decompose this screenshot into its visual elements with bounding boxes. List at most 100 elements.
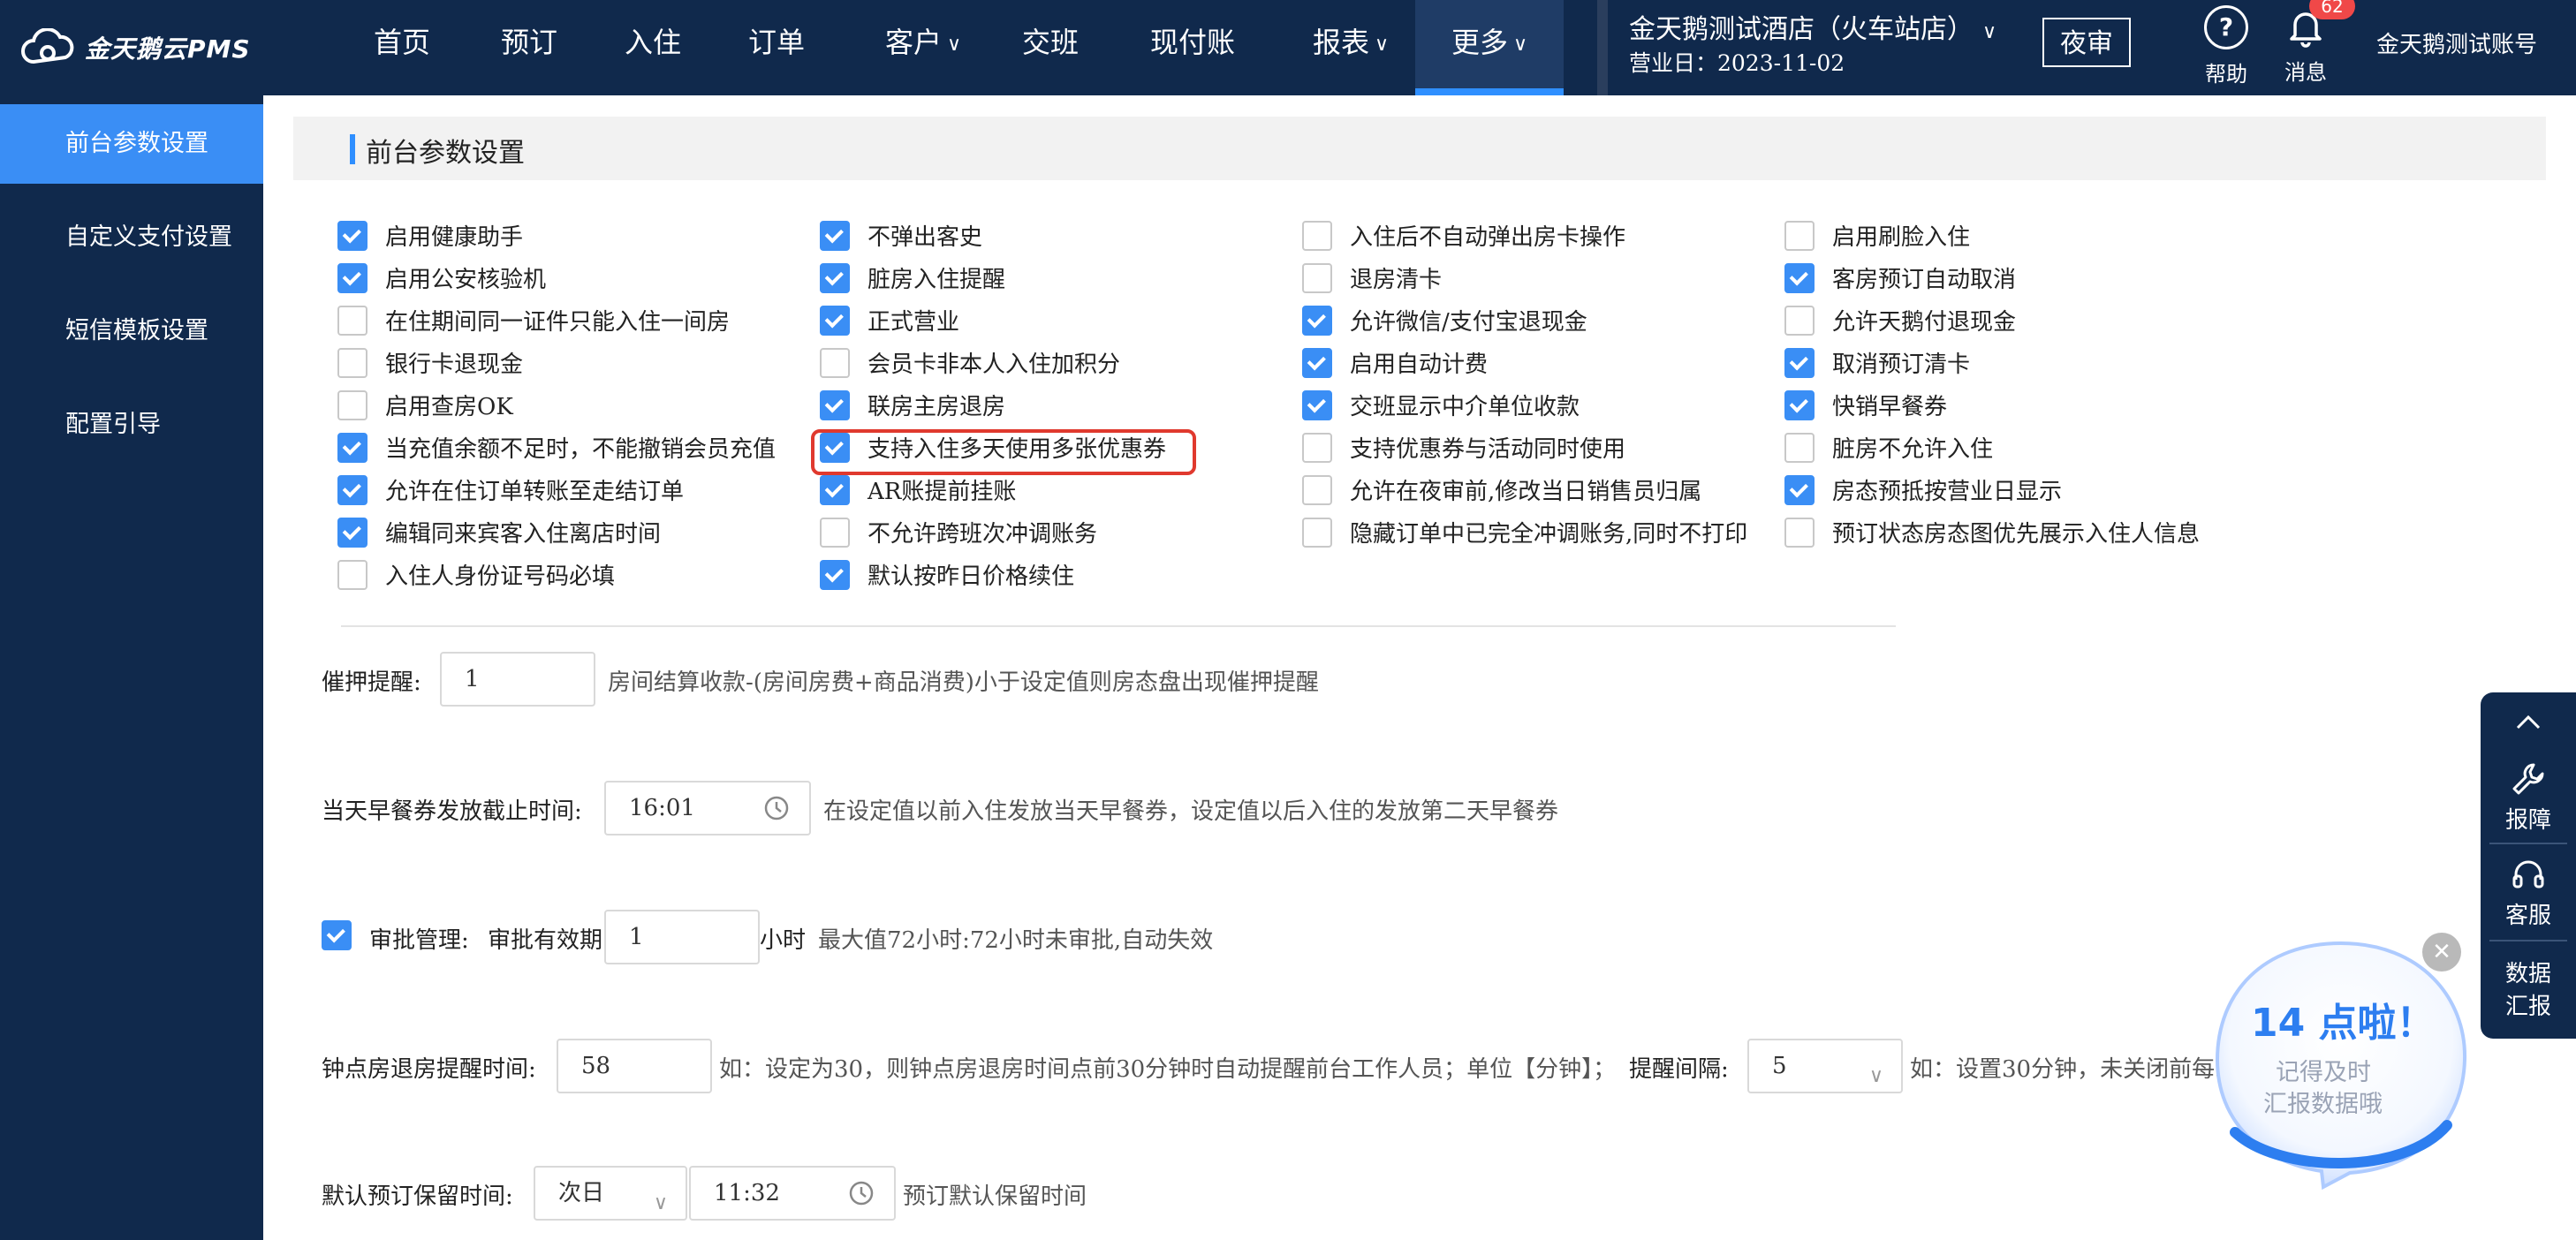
checkbox-icon: [820, 432, 850, 463]
headset-icon: [2512, 860, 2544, 888]
option-label: 不允许跨班次冲调账务: [868, 521, 1098, 548]
option-col3-3[interactable]: 启用自动计费: [1302, 346, 1488, 379]
nav-reports[interactable]: 报表 ∨: [1293, 0, 1408, 95]
checkbox-icon: [820, 517, 850, 548]
option-col1-5[interactable]: 当充值余额不足时，不能撤销会员充值: [337, 431, 776, 464]
reminder-interval-select[interactable]: 5 ∨: [1747, 1039, 1903, 1093]
option-col2-7[interactable]: 不允许跨班次冲调账务: [820, 516, 1097, 548]
brand-logo[interactable]: 金天鹅云PMS: [21, 21, 251, 74]
option-col1-4[interactable]: 启用查房OK: [337, 389, 513, 421]
sidebar-item-sms-templates[interactable]: 短信模板设置: [0, 291, 263, 371]
data-report-button[interactable]: 数据 汇报: [2481, 956, 2576, 1021]
checkbox-icon: [820, 474, 850, 505]
option-col3-4[interactable]: 交班显示中介单位收款: [1302, 389, 1580, 421]
deposit-reminder-label: 催押提醒:: [322, 669, 421, 696]
help-button[interactable]: ? 帮助: [2191, 5, 2262, 87]
chevron-down-icon: ∨: [1982, 21, 1997, 43]
approval-desc: 最大值72小时:72小时未审批,自动失效: [818, 927, 1214, 954]
hourly-checkout-reminder-input[interactable]: 58: [557, 1039, 712, 1093]
account-menu[interactable]: 金天鹅测试账号: [2376, 26, 2537, 59]
sidebar-item-setup-guide[interactable]: 配置引导: [0, 385, 263, 465]
toolbar-divider: [2489, 843, 2567, 844]
deposit-reminder-desc: 房间结算收款-(房间房费+商品消费)小于设定值则房态盘出现催押提醒: [608, 669, 1319, 696]
chevron-down-icon: ∨: [1374, 34, 1390, 56]
option-col4-3[interactable]: 取消预订清卡: [1784, 346, 1970, 379]
customer-service-button[interactable]: 客服: [2481, 855, 2576, 930]
checkbox-icon: [820, 220, 850, 251]
report-issue-label: 报障: [2504, 807, 2551, 834]
help-label: 帮助: [2205, 62, 2247, 87]
reservation-hold-time-picker[interactable]: 11:32: [689, 1166, 896, 1221]
option-col1-6[interactable]: 允许在住订单转账至走结订单: [337, 473, 684, 506]
option-col2-2[interactable]: 正式营业: [820, 304, 959, 336]
messages-button[interactable]: 62 消息: [2270, 0, 2355, 86]
chevron-down-icon: ∨: [653, 1192, 668, 1214]
option-label: 退房清卡: [1350, 267, 1443, 293]
option-col4-7[interactable]: 预订状态房态图优先展示入住人信息: [1784, 516, 2200, 548]
option-col1-7[interactable]: 编辑同来宾客入住离店时间: [337, 516, 661, 548]
checkbox-icon: [337, 262, 367, 293]
option-label: 启用健康助手: [385, 224, 524, 251]
nav-orders[interactable]: 订单: [737, 0, 816, 95]
option-col2-0[interactable]: 不弹出客史: [820, 219, 982, 252]
option-label: 在住期间同一证件只能入住一间房: [385, 309, 731, 336]
sidebar-item-custom-payment[interactable]: 自定义支付设置: [0, 198, 263, 277]
nav-more[interactable]: 更多 ∨: [1415, 0, 1564, 95]
option-label: 允许在夜审前,修改当日销售员归属: [1350, 479, 1702, 505]
nav-customers[interactable]: 客户 ∨: [866, 0, 981, 95]
messages-label: 消息: [2284, 60, 2327, 85]
night-audit-button[interactable]: 夜审: [2042, 18, 2131, 67]
approval-validity-input[interactable]: 1: [604, 910, 760, 964]
nav-home[interactable]: 首页: [362, 0, 442, 95]
reservation-hold-label: 默认预订保留时间:: [322, 1183, 513, 1210]
option-col3-1[interactable]: 退房清卡: [1302, 261, 1442, 294]
option-col1-8[interactable]: 入住人身份证号码必填: [337, 558, 615, 591]
approval-checkbox[interactable]: [322, 920, 352, 950]
option-col4-4[interactable]: 快销早餐券: [1784, 389, 1947, 421]
sidebar-item-frontdesk-params[interactable]: 前台参数设置: [0, 104, 263, 184]
report-issue-button[interactable]: 报障: [2481, 760, 2576, 835]
option-col1-1[interactable]: 启用公安核验机: [337, 261, 546, 294]
option-col2-8[interactable]: 默认按昨日价格续住: [820, 558, 1074, 591]
message-count-badge: 62: [2309, 0, 2355, 19]
checkbox-icon: [1302, 220, 1332, 251]
option-col4-2[interactable]: 允许天鹅付退现金: [1784, 304, 2016, 336]
deposit-reminder-input[interactable]: 1: [440, 652, 595, 707]
option-col4-1[interactable]: 客房预订自动取消: [1784, 261, 2016, 294]
option-label: 银行卡退现金: [385, 352, 524, 378]
hotel-selector[interactable]: 金天鹅测试酒店（火车站店） ∨: [1629, 7, 1996, 46]
option-col3-5[interactable]: 支持优惠券与活动同时使用: [1302, 431, 1625, 464]
option-col2-5[interactable]: 支持入住多天使用多张优惠券: [820, 431, 1166, 464]
checkbox-icon: [1302, 517, 1332, 548]
option-col2-6[interactable]: AR账提前挂账: [820, 473, 1016, 506]
checkbox-icon: [820, 347, 850, 378]
option-label: 入住后不自动弹出房卡操作: [1350, 224, 1626, 251]
nav-reservation[interactable]: 预订: [489, 0, 569, 95]
option-col4-0[interactable]: 启用刷脸入住: [1784, 219, 1970, 252]
option-col1-0[interactable]: 启用健康助手: [337, 219, 523, 252]
nav-cash-account[interactable]: 现付账: [1140, 0, 1246, 95]
option-col2-1[interactable]: 脏房入住提醒: [820, 261, 1005, 294]
option-col4-6[interactable]: 房态预抵按营业日显示: [1784, 473, 2062, 506]
option-col3-0[interactable]: 入住后不自动弹出房卡操作: [1302, 219, 1625, 252]
option-col4-5[interactable]: 脏房不允许入住: [1784, 431, 1993, 464]
reminder-interval-desc: 如：设置30分钟，未关闭前每30: [1910, 1056, 2245, 1083]
scroll-top-button[interactable]: [2481, 705, 2576, 754]
option-col1-2[interactable]: 在住期间同一证件只能入住一间房: [337, 304, 730, 336]
option-col3-2[interactable]: 允许微信/支付宝退现金: [1302, 304, 1587, 336]
customer-service-label: 客服: [2504, 903, 2551, 929]
option-col2-4[interactable]: 联房主房退房: [820, 389, 1005, 421]
breakfast-cutoff-time-picker[interactable]: 16:01: [604, 781, 811, 835]
option-label: 默认按昨日价格续住: [868, 563, 1075, 590]
option-label: 快销早餐券: [1832, 394, 1948, 420]
close-icon[interactable]: ✕: [2422, 933, 2461, 972]
option-col3-7[interactable]: 隐藏订单中已完全冲调账务,同时不打印: [1302, 516, 1747, 548]
nav-checkin[interactable]: 入住: [613, 0, 693, 95]
option-label: 支持入住多天使用多张优惠券: [868, 436, 1167, 463]
option-col1-3[interactable]: 银行卡退现金: [337, 346, 523, 379]
reservation-hold-day-select[interactable]: 次日 ∨: [534, 1166, 687, 1221]
nav-shift-handover[interactable]: 交班: [1011, 0, 1090, 95]
option-col3-6[interactable]: 允许在夜审前,修改当日销售员归属: [1302, 473, 1701, 506]
option-col2-3[interactable]: 会员卡非本人入住加积分: [820, 346, 1120, 379]
option-label: AR账提前挂账: [868, 479, 1017, 505]
